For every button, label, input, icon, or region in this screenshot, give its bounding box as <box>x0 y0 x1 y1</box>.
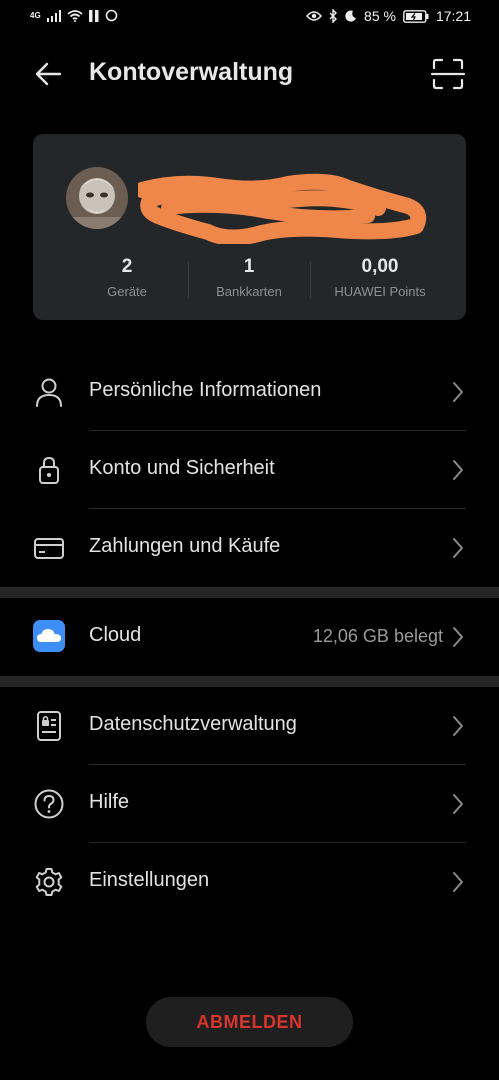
chevron-right-icon <box>453 794 463 814</box>
wifi-icon <box>67 9 83 22</box>
card-icon <box>34 538 64 559</box>
cloud-storage-used: 12,06 GB belegt <box>312 626 443 646</box>
help-icon <box>34 789 64 819</box>
logout-button[interactable]: ABMELDEN <box>146 997 353 1047</box>
stat-value: 2 <box>121 256 133 277</box>
stat-divider <box>310 262 311 298</box>
avatar[interactable] <box>66 167 128 229</box>
menu-item-help[interactable]: Hilfe <box>0 765 499 843</box>
account-card[interactable]: 2 Geräte 1 Bankkarten 0,00 HUAWEI Points <box>33 134 466 320</box>
pause-icon <box>88 9 99 22</box>
eye-comfort-icon <box>306 11 323 21</box>
scan-button[interactable] <box>430 57 466 91</box>
menu-item-label: Konto und Sicherheit <box>89 457 275 479</box>
cloud-icon <box>33 620 65 652</box>
sync-icon <box>105 9 117 22</box>
stat-bank-cards[interactable]: 1 Bankkarten <box>203 256 295 299</box>
menu-item-cloud[interactable]: Cloud 12,06 GB belegt <box>0 598 499 676</box>
moon-icon <box>345 10 357 22</box>
stat-divider <box>188 262 189 298</box>
battery-icon <box>403 9 429 23</box>
section-separator <box>0 676 499 687</box>
lock-icon <box>39 456 59 484</box>
menu-item-settings[interactable]: Einstellungen <box>0 843 499 921</box>
stat-value: 1 <box>243 256 255 277</box>
stat-value: 0,00 <box>361 256 399 277</box>
menu-item-label: Cloud <box>89 624 142 646</box>
redacted-name-scribble <box>138 173 427 244</box>
chevron-right-icon <box>453 627 463 647</box>
menu-item-label: Zahlungen und Käufe <box>89 535 281 557</box>
gear-icon <box>35 868 63 896</box>
stat-devices[interactable]: 2 Geräte <box>81 256 173 299</box>
chevron-right-icon <box>453 716 463 736</box>
chevron-right-icon <box>453 382 463 402</box>
chevron-right-icon <box>453 538 463 558</box>
scan-icon <box>430 58 466 90</box>
network-type-label: 4G <box>30 10 41 20</box>
bluetooth-icon <box>329 9 338 23</box>
clock: 17:21 <box>435 8 471 24</box>
stat-label: HUAWEI Points <box>334 284 426 299</box>
menu-item-personal-info[interactable]: Persönliche Informationen <box>0 353 499 431</box>
page-title: Kontoverwaltung <box>89 58 294 86</box>
status-bar: 4G 85 % 17:21 <box>0 0 499 36</box>
stat-label: Geräte <box>107 284 147 299</box>
stat-label: Bankkarten <box>216 284 282 299</box>
menu-item-label: Einstellungen <box>89 869 210 891</box>
chevron-right-icon <box>453 460 463 480</box>
chevron-right-icon <box>453 872 463 892</box>
menu-item-label: Persönliche Informationen <box>89 379 322 401</box>
back-button[interactable] <box>30 58 66 90</box>
menu-item-privacy[interactable]: Datenschutzverwaltung <box>0 687 499 765</box>
menu-item-payments[interactable]: Zahlungen und Käufe <box>0 509 499 587</box>
menu-item-account-security[interactable]: Konto und Sicherheit <box>0 431 499 509</box>
back-arrow-icon <box>35 62 62 86</box>
signal-icon <box>46 9 61 22</box>
stat-huawei-points[interactable]: 0,00 HUAWEI Points <box>320 256 440 299</box>
menu-item-label: Hilfe <box>89 791 130 813</box>
battery-percent: 85 % <box>364 8 396 24</box>
section-separator <box>0 587 499 598</box>
person-icon <box>36 378 62 407</box>
menu-item-label: Datenschutzverwaltung <box>89 713 297 735</box>
privacy-icon <box>37 711 61 741</box>
